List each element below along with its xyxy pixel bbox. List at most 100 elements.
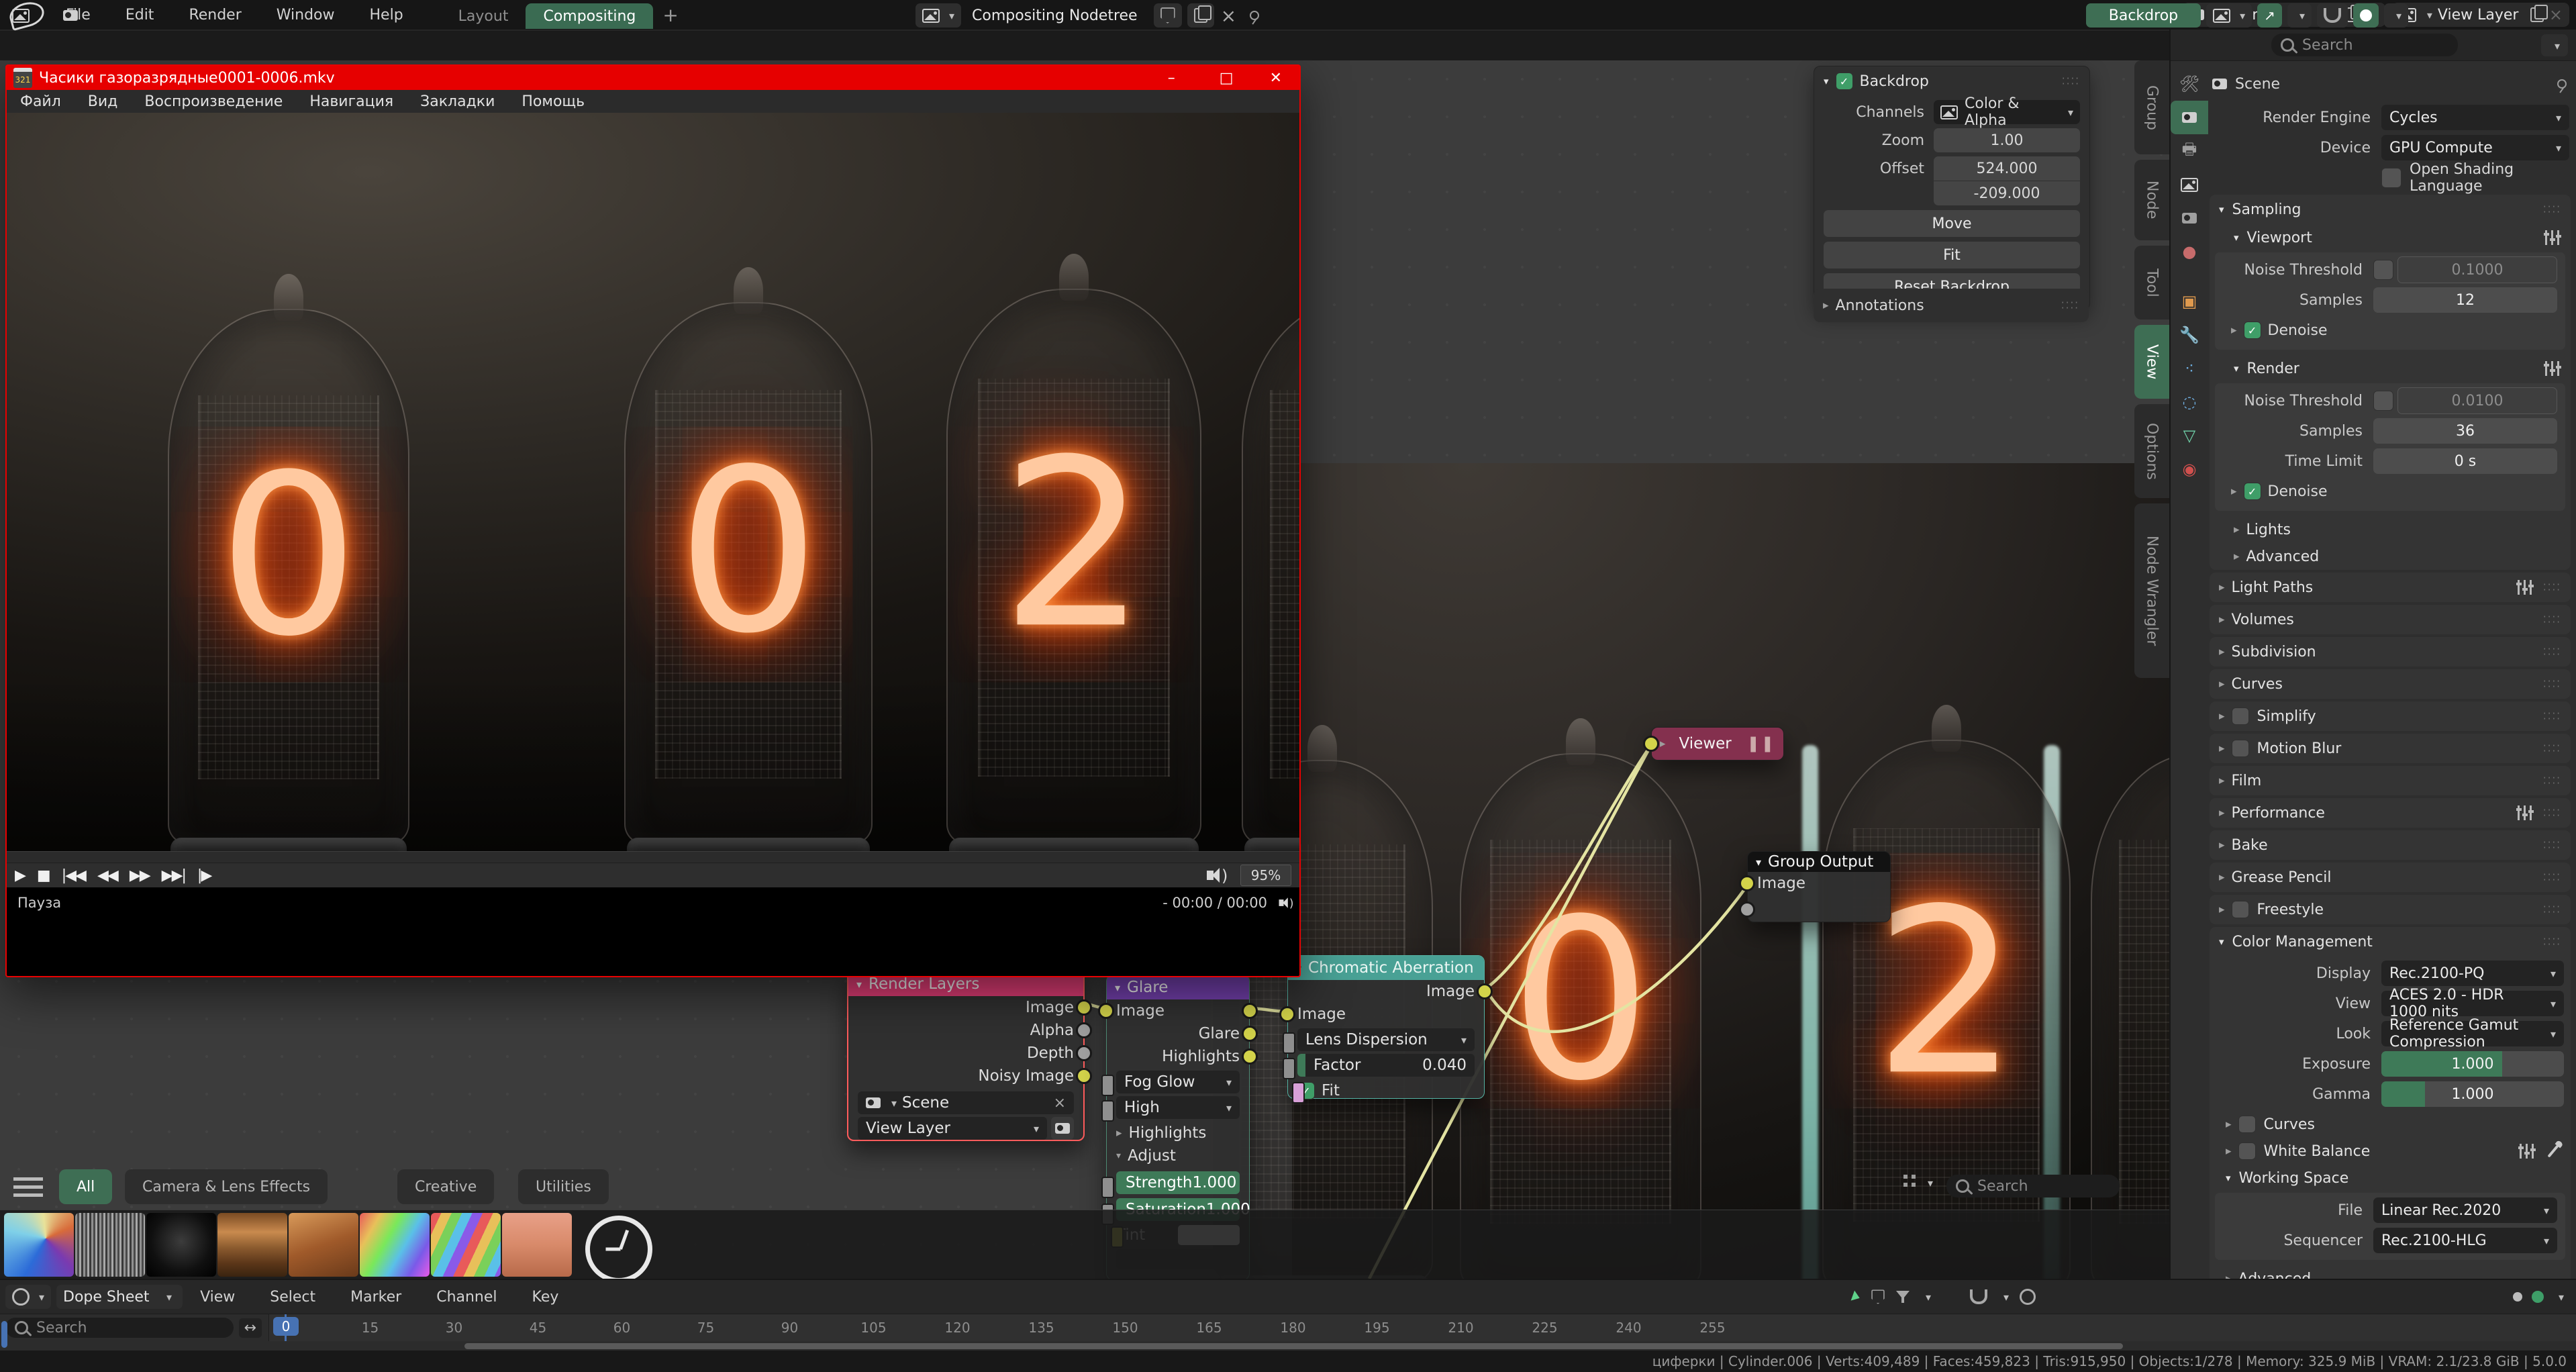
- pin-nodetree-icon[interactable]: [1250, 11, 1259, 20]
- render-noise-threshold-checkbox[interactable]: [2373, 391, 2393, 411]
- overlays-toggle[interactable]: [2353, 3, 2379, 28]
- menu-channel[interactable]: Channel: [419, 1282, 514, 1312]
- asset-thumbnail[interactable]: [289, 1213, 358, 1277]
- socket-image-in[interactable]: [1643, 736, 1659, 752]
- view-layer-selector[interactable]: ▾ View Layer ×: [2392, 3, 2569, 27]
- socket-hidden-in[interactable]: [1283, 1032, 1295, 1054]
- sidebar-tab-group[interactable]: Group: [2134, 60, 2169, 154]
- socket-empty-in[interactable]: [1739, 901, 1755, 918]
- player-menu-favorites[interactable]: Закладки: [407, 93, 508, 110]
- glare-quality-dropdown[interactable]: High▾: [1116, 1096, 1240, 1119]
- socket-image-out[interactable]: [1076, 999, 1092, 1016]
- cm-curves-subpanel[interactable]: ▸Curves: [2210, 1111, 2571, 1138]
- dope-timeline-ruler[interactable]: 1530456075901051201351501651801952102252…: [269, 1314, 2576, 1341]
- glare-highlights-section[interactable]: ▸Highlights: [1107, 1122, 1249, 1144]
- glare-adjust-section[interactable]: ▾Adjust: [1107, 1144, 1249, 1167]
- viewport-subpanel-header[interactable]: ▾Viewport: [2210, 224, 2571, 251]
- sidebar-tab-options[interactable]: Options: [2134, 404, 2169, 498]
- sampling-panel-header[interactable]: ▾Sampling········: [2210, 195, 2571, 224]
- render-noise-threshold-field[interactable]: 0.0100: [2397, 387, 2557, 414]
- socket-hidden-in[interactable]: [1101, 1075, 1114, 1096]
- render-samples-field[interactable]: 36: [2373, 418, 2557, 444]
- volume-icon[interactable]: [1207, 871, 1213, 880]
- socket-image-out[interactable]: [1242, 1003, 1258, 1019]
- panel-performance[interactable]: ▸Performance········: [2210, 798, 2571, 828]
- panel-volumes[interactable]: ▸Volumes········: [2210, 605, 2571, 634]
- dope-sheet-mode-dropdown[interactable]: Dope Sheet▾: [56, 1285, 183, 1309]
- shelf-menu-icon[interactable]: [13, 1175, 43, 1199]
- socket-hidden-in[interactable]: [1101, 1100, 1114, 1122]
- mute-icon[interactable]: ❚❚: [1746, 735, 1775, 752]
- channels-dropdown[interactable]: Color & Alpha▾: [1934, 100, 2080, 124]
- panel-simplify[interactable]: ▸Simplify········: [2210, 701, 2571, 731]
- node-scene-selector[interactable]: ▾Scene×: [858, 1091, 1074, 1114]
- exposure-slider[interactable]: 1.000: [2381, 1051, 2564, 1077]
- video-area[interactable]: 0 0 2: [7, 113, 1299, 851]
- step-button[interactable]: |▶: [197, 867, 211, 884]
- curve-overlay-dropdown[interactable]: ▾: [2287, 3, 2312, 28]
- socket-highlights-out[interactable]: [1242, 1048, 1258, 1065]
- properties-filter-dropdown[interactable]: ▾: [2541, 34, 2568, 56]
- look-dropdown[interactable]: Reference Gamut Compression▾: [2381, 1021, 2564, 1046]
- editor-type-selector[interactable]: ▾: [5, 1285, 51, 1309]
- time-limit-field[interactable]: 0 s: [2373, 448, 2557, 474]
- file-colorspace-dropdown[interactable]: Linear Rec.2020▾: [2373, 1197, 2557, 1223]
- backdrop-offset-x-field[interactable]: 524.000: [1934, 156, 2080, 181]
- media-player-window[interactable]: 321 Часики газоразрядные0001-0006.mkv – …: [5, 64, 1301, 977]
- socket-factor-in[interactable]: [1283, 1058, 1295, 1079]
- skip-back-button[interactable]: |◀◀: [62, 867, 85, 884]
- socket-glare-out[interactable]: [1242, 1026, 1258, 1042]
- menu-render[interactable]: Render: [171, 0, 258, 30]
- overlays-icon[interactable]: [2532, 1291, 2544, 1303]
- node-viewer[interactable]: ▸Viewer ❚❚: [1651, 727, 1784, 761]
- asset-thumbnail[interactable]: [146, 1213, 216, 1277]
- panel-grease-pencil[interactable]: ▸Grease Pencil········: [2210, 863, 2571, 892]
- factor-slider[interactable]: Factor0.040: [1297, 1054, 1475, 1077]
- pin-id-icon[interactable]: [2557, 79, 2567, 89]
- render-denoise-checkbox[interactable]: ✓: [2244, 483, 2261, 500]
- socket-alpha-out[interactable]: [1076, 1022, 1092, 1038]
- properties-search-input[interactable]: Search: [2271, 34, 2458, 56]
- lights-subpanel[interactable]: ▸Lights: [2210, 516, 2571, 543]
- osl-checkbox[interactable]: [2381, 168, 2401, 188]
- white-balance-subpanel[interactable]: ▸White Balance: [2210, 1138, 2571, 1165]
- curve-overlay-toggle[interactable]: ↗: [2257, 3, 2282, 28]
- overlays-dropdown[interactable]: ▾: [2384, 3, 2408, 28]
- duplicate-icon[interactable]: [2530, 7, 2544, 22]
- asset-thumbnail[interactable]: [4, 1213, 74, 1277]
- menu-marker[interactable]: Marker: [333, 1282, 419, 1312]
- asset-thumbnail[interactable]: [360, 1213, 430, 1277]
- display-dropdown[interactable]: Rec.2100-PQ▾: [2381, 961, 2564, 986]
- glare-mode-dropdown[interactable]: Fog Glow▾: [1116, 1071, 1240, 1093]
- dispersion-type-dropdown[interactable]: Lens Dispersion▾: [1297, 1028, 1475, 1051]
- fake-user-shield-button[interactable]: [1154, 3, 1182, 28]
- node-chromatic-aberration[interactable]: ▾Chromatic Aberration Image Image Lens D…: [1287, 955, 1485, 1099]
- sidebar-tab-node[interactable]: Node: [2134, 160, 2169, 240]
- working-space-subpanel-header[interactable]: ▾Working Space: [2210, 1165, 2571, 1191]
- socket-image-in[interactable]: [1098, 1003, 1114, 1019]
- view-transform-dropdown[interactable]: ACES 2.0 - HDR 1000 nits▾: [2381, 991, 2564, 1016]
- render-layer-button[interactable]: [1051, 1117, 1074, 1140]
- tab-tool[interactable]: 🛠: [2171, 67, 2208, 101]
- tab-scene[interactable]: [2171, 201, 2208, 235]
- minimize-button[interactable]: –: [1149, 70, 1194, 87]
- white-balance-checkbox[interactable]: [2238, 1142, 2256, 1160]
- viewport-denoise-checkbox[interactable]: ✓: [2244, 322, 2261, 339]
- tab-view-layer[interactable]: [2171, 168, 2208, 201]
- backdrop-channels-button[interactable]: ▾: [2206, 3, 2252, 28]
- skip-forward-button[interactable]: ▶▶|: [162, 867, 185, 884]
- motion-blur-checkbox[interactable]: [2232, 740, 2249, 757]
- tab-material[interactable]: ◉: [2171, 452, 2208, 486]
- backdrop-toggle-button[interactable]: Backdrop: [2086, 3, 2201, 28]
- backdrop-zoom-field[interactable]: 1.00: [1934, 128, 2080, 152]
- backdrop-checkbox[interactable]: ✓: [1836, 72, 1853, 90]
- color-management-header[interactable]: ▾Color Management········: [2210, 927, 2571, 957]
- close-nodetree-button[interactable]: ×: [1214, 5, 1243, 27]
- sidebar-tab-tool[interactable]: Tool: [2134, 246, 2169, 320]
- annotations-panel[interactable]: ▸Annotations········: [1814, 289, 2089, 322]
- only-selected-icon[interactable]: [1851, 1291, 1862, 1304]
- tab-output[interactable]: 🖶: [2171, 134, 2208, 168]
- tab-particles[interactable]: ⁖: [2171, 352, 2208, 385]
- gamma-slider[interactable]: 1.000: [2381, 1081, 2564, 1107]
- playhead-current-frame[interactable]: 0: [273, 1317, 299, 1336]
